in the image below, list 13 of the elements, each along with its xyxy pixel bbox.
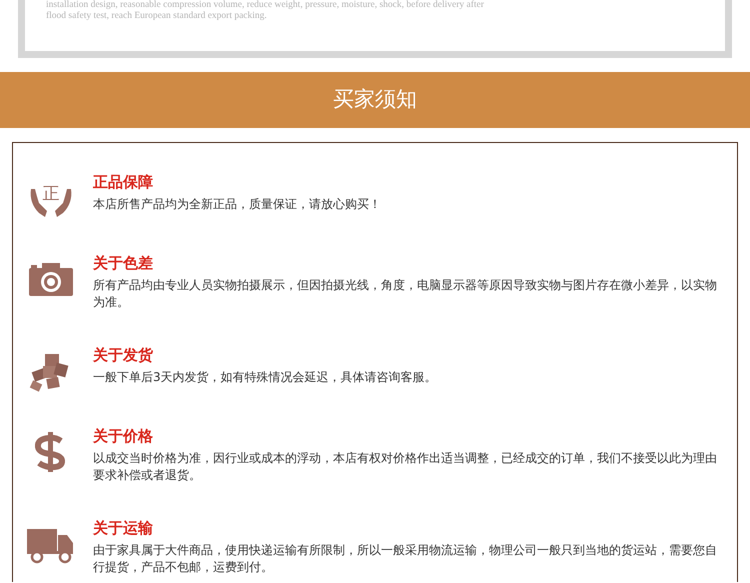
notice-title: 关于运输 [93, 518, 154, 539]
banner-title: 买家须知 [333, 86, 417, 114]
intro-text-line: flood safety test, reach European standard export packing. [46, 11, 268, 22]
notice-title: 关于发货 [93, 345, 154, 366]
notice-title: 正品保障 [93, 172, 154, 193]
notice-text: 本店所售产品均为全新正品，质量保证，请放心购买！ [93, 196, 382, 213]
notice-text: 以成交当时价格为准，因行业或成本的浮动，本店有权对价格作出适当调整，已经成交的订单，我们不接受以此为理由要求补偿或者退货。 [93, 450, 718, 484]
notice-text: 所有产品均由专业人员实物拍摄展示，但因拍摄光线，角度，电脑显示器等原因导致实物与图片存在微小差异，以实物为准。 [93, 277, 718, 311]
notice-title: 关于价格 [93, 426, 154, 447]
notice-text: 一般下单后3天内发货，如有特殊情况会延迟，具体请咨询客服。 [93, 369, 438, 386]
notice-text: 由于家具属于大件商品，使用快递运输有所限制，所以一般采用物流运输，物理公司一般只到当地的货运站，需要您自行提货，产品不包邮，运费到付。 [93, 542, 718, 576]
intro-text-line: installation design, reasonable compression volume, reduce weight, pressure, moisture, shock, before delivery after [46, 0, 485, 11]
notice-title: 关于色差 [93, 253, 154, 274]
